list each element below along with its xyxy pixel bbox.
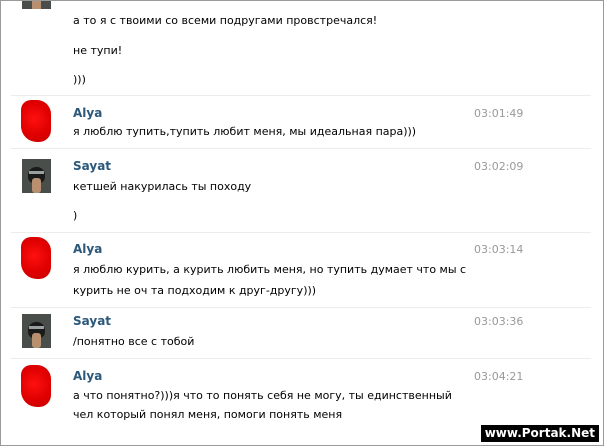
message-time: 03:03:36 <box>474 315 524 328</box>
divider <box>11 95 591 96</box>
message-text: чел который понял меня, помоги понять ме… <box>73 408 343 421</box>
avatar[interactable] <box>21 237 51 279</box>
author-name[interactable]: Alya <box>73 369 102 383</box>
message-time: 03:02:09 <box>474 160 524 173</box>
message-text: я люблю курить, а курить любить меня, но… <box>73 263 467 276</box>
avatar[interactable] <box>21 100 51 142</box>
chat-window: а то я с твоими со всеми подругами провс… <box>0 0 604 446</box>
message-time: 03:04:21 <box>474 370 524 383</box>
message-time: 03:01:49 <box>474 107 524 120</box>
message-text: а то я с твоими со всеми подругами провс… <box>73 14 378 27</box>
message-text: не тупи! <box>73 44 123 57</box>
message-text: кетшей накурилась ты походу <box>73 180 252 193</box>
avatar[interactable] <box>21 365 51 407</box>
avatar[interactable] <box>22 1 51 9</box>
author-name[interactable]: Sayat <box>73 159 111 173</box>
message-text: ) <box>73 209 78 222</box>
watermark: www.Portak.Net <box>480 425 599 442</box>
avatar[interactable] <box>22 314 51 348</box>
message-text: курить не оч та подходим к друг-другу))) <box>73 284 317 297</box>
divider <box>11 307 591 308</box>
avatar[interactable] <box>22 159 51 193</box>
author-name[interactable]: Sayat <box>73 314 111 328</box>
author-name[interactable]: Alya <box>73 242 102 256</box>
divider <box>11 358 591 359</box>
message-text: ))) <box>73 73 86 86</box>
message-text: я люблю тупить,тупить любит меня, мы иде… <box>73 125 417 138</box>
divider <box>11 148 591 149</box>
divider <box>11 232 591 233</box>
author-name[interactable]: Alya <box>73 106 102 120</box>
message-time: 03:03:14 <box>474 243 524 256</box>
message-text: а что понятно?)))я что то понять себя не… <box>73 389 452 402</box>
message-text: /понятно все с тобой <box>73 335 195 348</box>
